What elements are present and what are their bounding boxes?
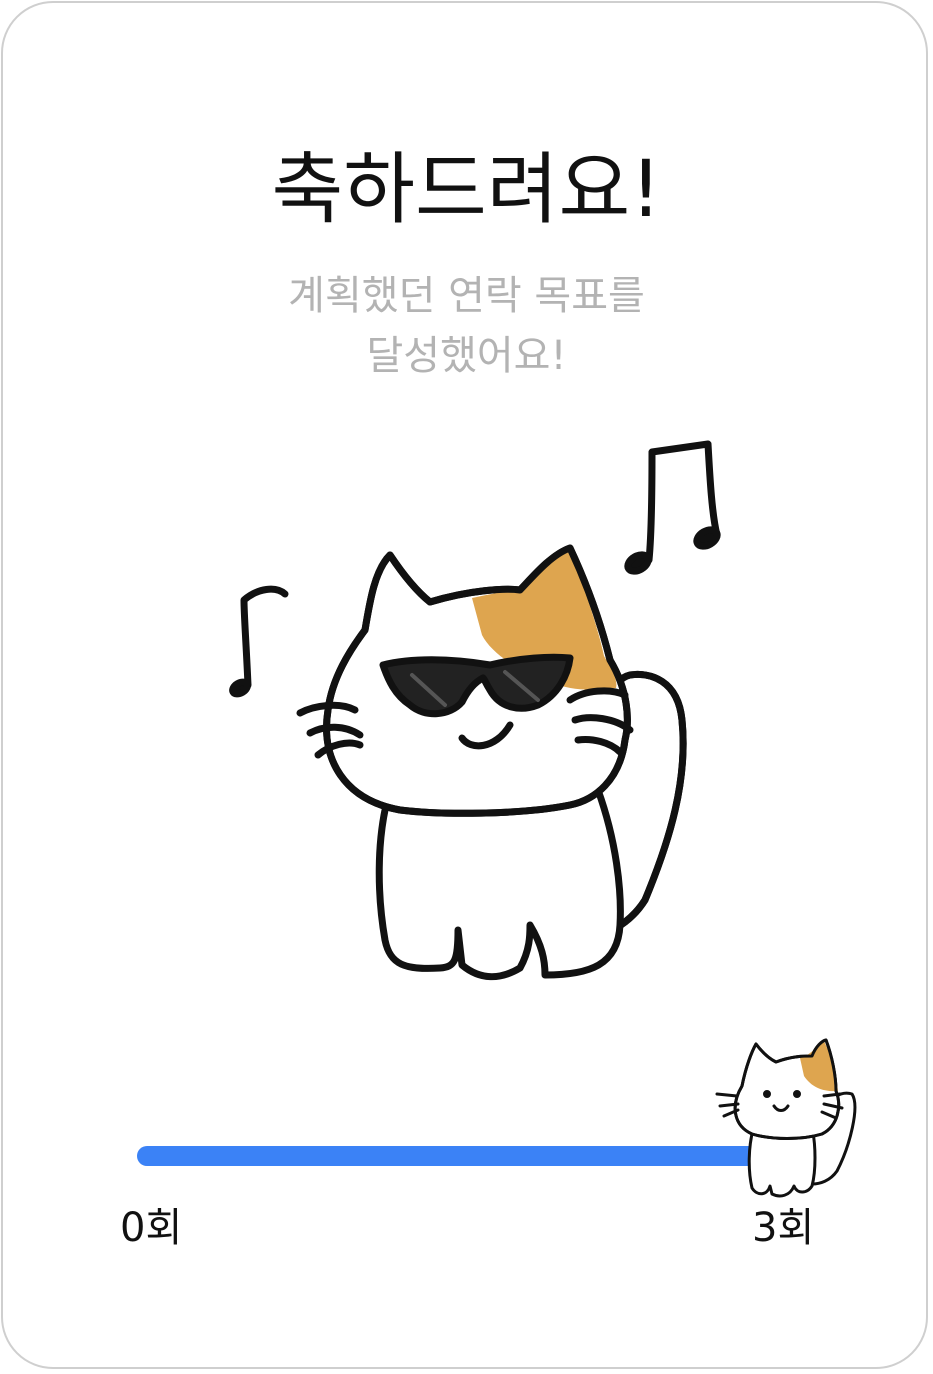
- subtitle-line-2: 달성했어요!: [366, 333, 567, 379]
- subtitle-line-1: 계획했던 연락 목표를: [288, 273, 645, 319]
- progress-end-label: 3회: [752, 1205, 815, 1251]
- progress-bar: [137, 1146, 767, 1166]
- cat-illustration: [229, 440, 721, 981]
- page-title: 축하드려요!: [271, 145, 662, 235]
- music-note-left-icon: [229, 585, 289, 698]
- progress-start-label: 0회: [120, 1205, 183, 1251]
- subtitle: 계획했던 연락 목표를 달성했어요!: [0, 266, 933, 386]
- music-note-right-icon: [624, 440, 721, 575]
- cat-body: [375, 786, 624, 981]
- progress-marker-cat-icon: [715, 1038, 857, 1198]
- progress-fill: [137, 1146, 767, 1166]
